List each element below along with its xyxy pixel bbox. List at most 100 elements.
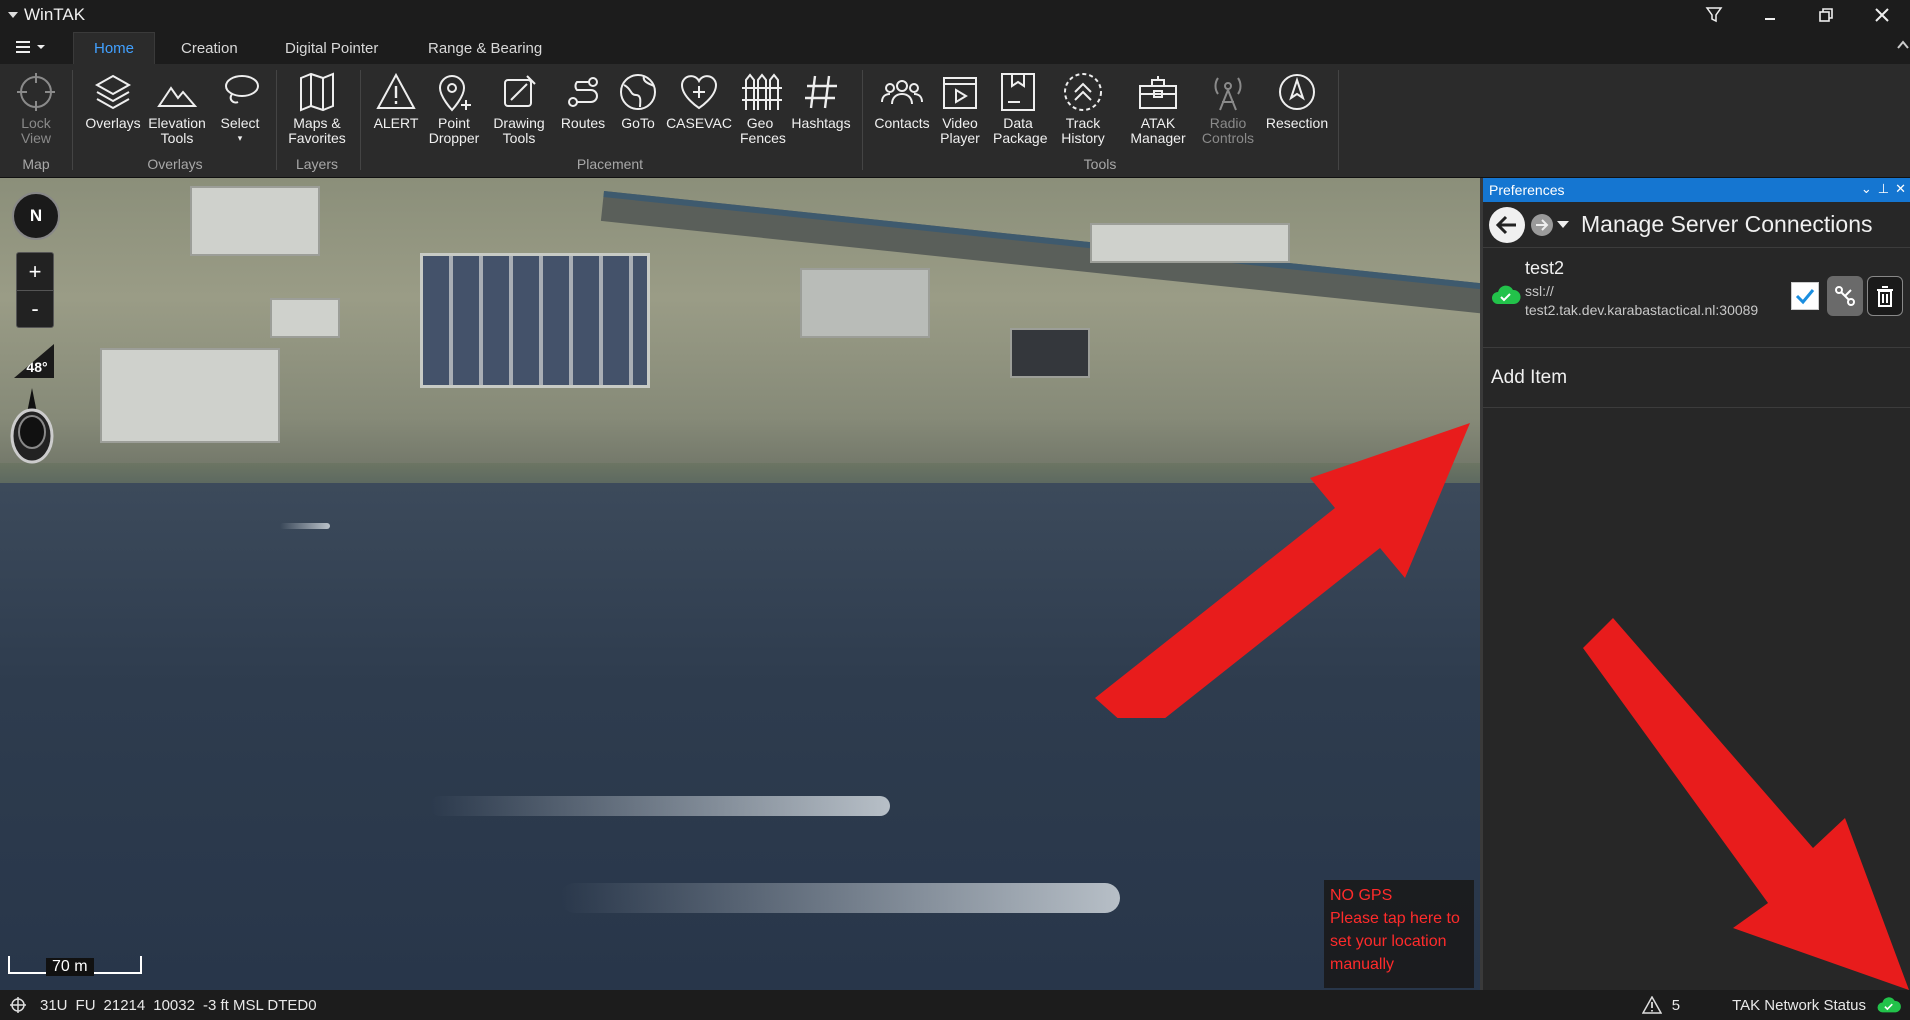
route-icon	[568, 77, 598, 107]
group-label-placement: Placement	[576, 156, 644, 172]
group-label-layers: Layers	[295, 156, 339, 172]
casevac-button[interactable]: CASEVAC	[664, 70, 734, 131]
people-group-icon	[881, 80, 923, 105]
map-building	[190, 186, 320, 256]
lasso-icon	[225, 75, 259, 104]
server-enabled-checkbox[interactable]	[1791, 282, 1819, 310]
easting: 21214	[103, 996, 146, 1014]
drawing-tools-button[interactable]: Drawing Tools	[486, 70, 552, 146]
forward-button[interactable]	[1531, 213, 1553, 236]
maps-favorites-button[interactable]: Maps & Favorites	[284, 70, 350, 146]
map-building	[800, 268, 930, 338]
map-water-area	[0, 483, 1480, 990]
edit-connection-button[interactable]	[1827, 276, 1863, 316]
select-button[interactable]: Select ▾	[214, 70, 266, 146]
data-package-button[interactable]: Data Package	[990, 70, 1047, 146]
atak-manager-button[interactable]: ATAK Manager	[1126, 70, 1190, 146]
preferences-heading: Manage Server Connections	[1581, 211, 1873, 237]
overlays-button[interactable]: Overlays	[82, 70, 144, 131]
map-view[interactable]: N + - 48° 70 m NO GPS Please tap here to…	[0, 178, 1480, 990]
routes-button[interactable]: Routes	[556, 70, 610, 131]
arrow-left-icon	[1496, 215, 1516, 234]
group-label-map: Map	[22, 156, 50, 172]
goto-button[interactable]: GoTo	[612, 70, 664, 131]
tab-range-bearing[interactable]: Range & Bearing	[408, 32, 562, 64]
no-gps-notice[interactable]: NO GPS Please tap here to set your locat…	[1324, 880, 1474, 988]
map-building	[270, 298, 340, 338]
tab-home[interactable]: Home	[73, 32, 156, 64]
restore-button[interactable]	[1798, 0, 1854, 30]
tab-digital-pointer[interactable]: Digital Pointer	[265, 32, 398, 64]
ribbon: Lock View Overlays Elevation Tools Selec…	[0, 64, 1910, 178]
northing: 10032	[153, 996, 195, 1014]
trash-icon	[1877, 286, 1893, 307]
pan-joystick-icon[interactable]	[8, 388, 56, 468]
warning-triangle-icon	[376, 72, 416, 109]
server-host: test2.tak.dev.karabastactical.nl:30089	[1525, 302, 1759, 318]
panel-close-icon[interactable]: ✕	[1895, 181, 1906, 197]
track-history-button[interactable]: Track History	[1054, 70, 1112, 146]
cloud-connected-icon	[1492, 285, 1521, 304]
preferences-title-bar: Preferences ⌄ ⊥ ✕	[1483, 178, 1910, 202]
layers-stack-icon	[94, 74, 132, 110]
minimize-button[interactable]	[1742, 0, 1798, 30]
map-boat-wake	[560, 883, 1120, 913]
globe-icon	[620, 74, 656, 110]
add-item-button[interactable]: Add Item	[1483, 348, 1910, 408]
zoom-controls: + -	[16, 252, 54, 328]
history-dropdown-icon[interactable]	[1557, 221, 1569, 228]
folded-map-icon	[300, 72, 334, 112]
geo-fences-button[interactable]: Geo Fences	[734, 70, 786, 146]
close-button[interactable]	[1854, 0, 1910, 30]
checkmark-icon	[1795, 289, 1815, 305]
status-bar: 31U FU 21214 10032 -3 ft MSL DTED0 5 TAK…	[0, 990, 1910, 1020]
video-player-button[interactable]: Video Player	[934, 70, 986, 146]
window-title: WinTAK	[24, 5, 86, 24]
annotation-arrow-down-right	[1583, 618, 1909, 990]
radio-controls-button[interactable]: Radio Controls	[1196, 70, 1260, 146]
filter-icon[interactable]	[1686, 0, 1742, 30]
server-connection-row[interactable]: test2 ssl:// test2.tak.dev.karabastactic…	[1483, 248, 1910, 348]
map-building	[100, 348, 280, 443]
point-dropper-button[interactable]: Point Dropper	[426, 70, 482, 146]
ribbon-tab-row: Home Creation Digital Pointer Range & Be…	[0, 30, 1910, 64]
panel-pin-icon[interactable]: ⊥	[1878, 181, 1889, 197]
server-name: test2	[1525, 258, 1565, 278]
hashtags-button[interactable]: Hashtags	[788, 70, 854, 131]
package-box-icon	[1001, 73, 1035, 111]
mountain-icon	[157, 86, 198, 107]
map-building	[1010, 328, 1090, 378]
app-menu-icon[interactable]	[8, 12, 18, 18]
crosshair-icon	[17, 73, 55, 111]
back-button[interactable]	[1489, 206, 1525, 243]
alert-triangle-icon[interactable]	[1641, 996, 1662, 1014]
tab-creation[interactable]: Creation	[161, 32, 258, 64]
hamburger-menu-button[interactable]	[16, 36, 56, 58]
clapperboard-icon	[943, 77, 977, 109]
elevation-tools-button[interactable]: Elevation Tools	[144, 70, 210, 146]
coordinate-readout[interactable]: 31U FU 21214 10032 -3 ft MSL DTED0	[10, 997, 317, 1014]
connection-edit-icon	[1835, 286, 1855, 306]
drawing-pen-icon	[504, 75, 536, 107]
resection-compass-icon	[1279, 74, 1315, 110]
title-bar: WinTAK	[0, 0, 1910, 30]
resection-button[interactable]: Resection	[1262, 70, 1332, 131]
map-building	[1090, 223, 1290, 263]
delete-connection-button[interactable]	[1867, 276, 1903, 316]
zoom-in-button[interactable]: +	[17, 253, 53, 290]
crosshair-small-icon	[10, 997, 26, 1013]
arrow-right-icon	[1536, 218, 1549, 231]
contacts-button[interactable]: Contacts	[870, 70, 934, 131]
map-boat-wake	[430, 796, 890, 816]
panel-dropdown-icon[interactable]: ⌄	[1861, 181, 1872, 197]
alert-button[interactable]: ALERT	[370, 70, 422, 131]
lock-view-button[interactable]: Lock View	[12, 70, 60, 146]
hamburger-icon	[16, 41, 30, 53]
network-status-cloud-icon[interactable]	[1876, 996, 1902, 1014]
north-compass-button[interactable]: N	[12, 192, 60, 240]
server-protocol: ssl://	[1525, 283, 1554, 299]
zoom-out-button[interactable]: -	[17, 290, 53, 327]
scale-label: 70 m	[46, 958, 94, 976]
radio-tower-icon	[1214, 77, 1242, 111]
network-status-label[interactable]: TAK Network Status	[1732, 997, 1866, 1014]
